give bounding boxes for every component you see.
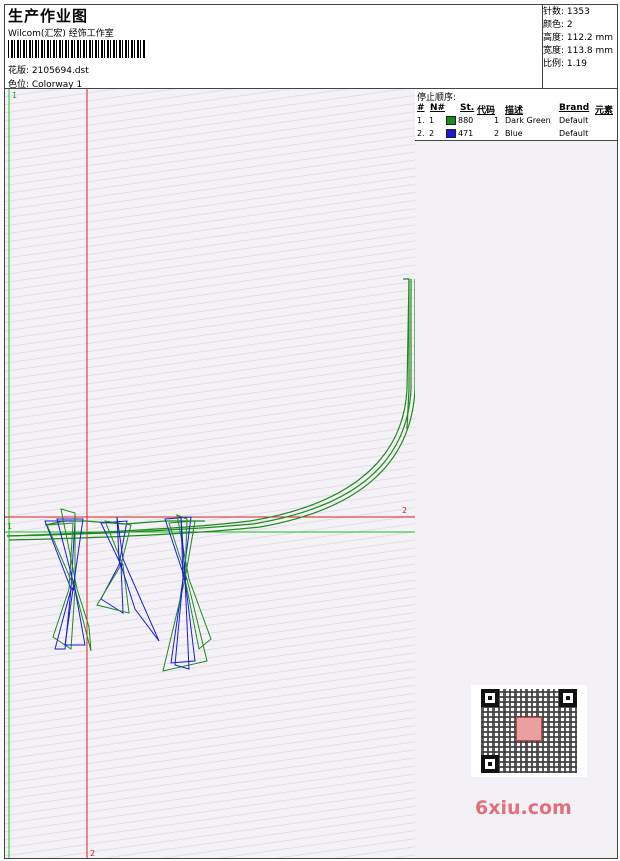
qr-finder-top-right (559, 689, 577, 707)
guide-marker-2-right: 2 (402, 506, 407, 515)
qr-logo (516, 717, 542, 741)
row-stitches: 880 (458, 116, 474, 125)
qr-finder-bottom-left (481, 755, 499, 773)
stitch-count: 针数: 1353 (543, 7, 590, 17)
table-row[interactable]: 1. 1 880 1 Dark Green Default (415, 115, 617, 128)
page-title: 生产作业图 (8, 7, 89, 25)
col-header-needle: N# (430, 103, 446, 113)
design-scale: 比例: 1.19 (543, 59, 587, 69)
design-width: 宽度: 113.8 mm (543, 46, 614, 56)
col-header-index: # (417, 103, 425, 113)
production-worksheet: 生产作业图 Wilcom(汇宏) 经饰工作室 花版: 2105694.dst 色… (4, 4, 618, 859)
barcode (8, 40, 145, 58)
bowtie-motif-3 (162, 514, 212, 672)
row-brand: Default (559, 116, 589, 125)
row-description: Blue (505, 129, 523, 138)
stitch-canvas: 1 2 2 1 (5, 89, 415, 858)
qr-finder-top-left (481, 689, 499, 707)
embroidery-preview[interactable]: 1 2 2 1 (5, 89, 416, 858)
row-code: 2 (494, 129, 500, 138)
table-row[interactable]: 2. 2 471 2 Blue Default (415, 128, 617, 141)
guide-marker-1-left: 1 (7, 522, 12, 531)
row-description: Dark Green (505, 116, 551, 125)
header-block: 生产作业图 Wilcom(汇宏) 经饰工作室 花版: 2105694.dst 色… (5, 5, 543, 90)
stitch-center-marks (71, 563, 187, 591)
stop-sequence-panel: 停止顺序: # N# St. 代码 描述 Brand 元素 1. 1 880 1… (415, 89, 617, 858)
row-needle: 2 (429, 129, 435, 138)
row-stitches: 471 (458, 129, 474, 138)
col-header-stitches: St. (460, 103, 475, 113)
stop-sequence-table: 停止顺序: # N# St. 代码 描述 Brand 元素 1. 1 880 1… (415, 89, 617, 141)
design-file-label: 花版: 2105694.dst (8, 66, 89, 76)
qr-code[interactable] (471, 685, 587, 777)
guide-marker-2-bottom: 2 (90, 849, 95, 858)
guide-marker-1-top: 1 (12, 91, 17, 100)
row-code: 1 (494, 116, 500, 125)
color-count: 颜色: 2 (543, 20, 573, 30)
green-stitch-band (6, 278, 415, 541)
watermark-text: 6xiu.com (475, 797, 572, 819)
row-needle: 1 (429, 116, 435, 125)
company-name: Wilcom(汇宏) 经饰工作室 (8, 29, 114, 39)
stop-sequence-title: 停止顺序: (417, 93, 457, 103)
design-stats: 针数: 1353 颜色: 2 高度: 112.2 mm 宽度: 113.8 mm… (543, 5, 617, 89)
col-header-brand: Brand (559, 103, 590, 113)
row-brand: Default (559, 129, 589, 138)
color-swatch (446, 116, 456, 125)
row-index: 2. (417, 129, 425, 138)
design-height: 高度: 112.2 mm (543, 33, 614, 43)
color-swatch (446, 129, 456, 138)
row-index: 1. (417, 116, 425, 125)
bowtie-motif-1 (44, 508, 92, 652)
